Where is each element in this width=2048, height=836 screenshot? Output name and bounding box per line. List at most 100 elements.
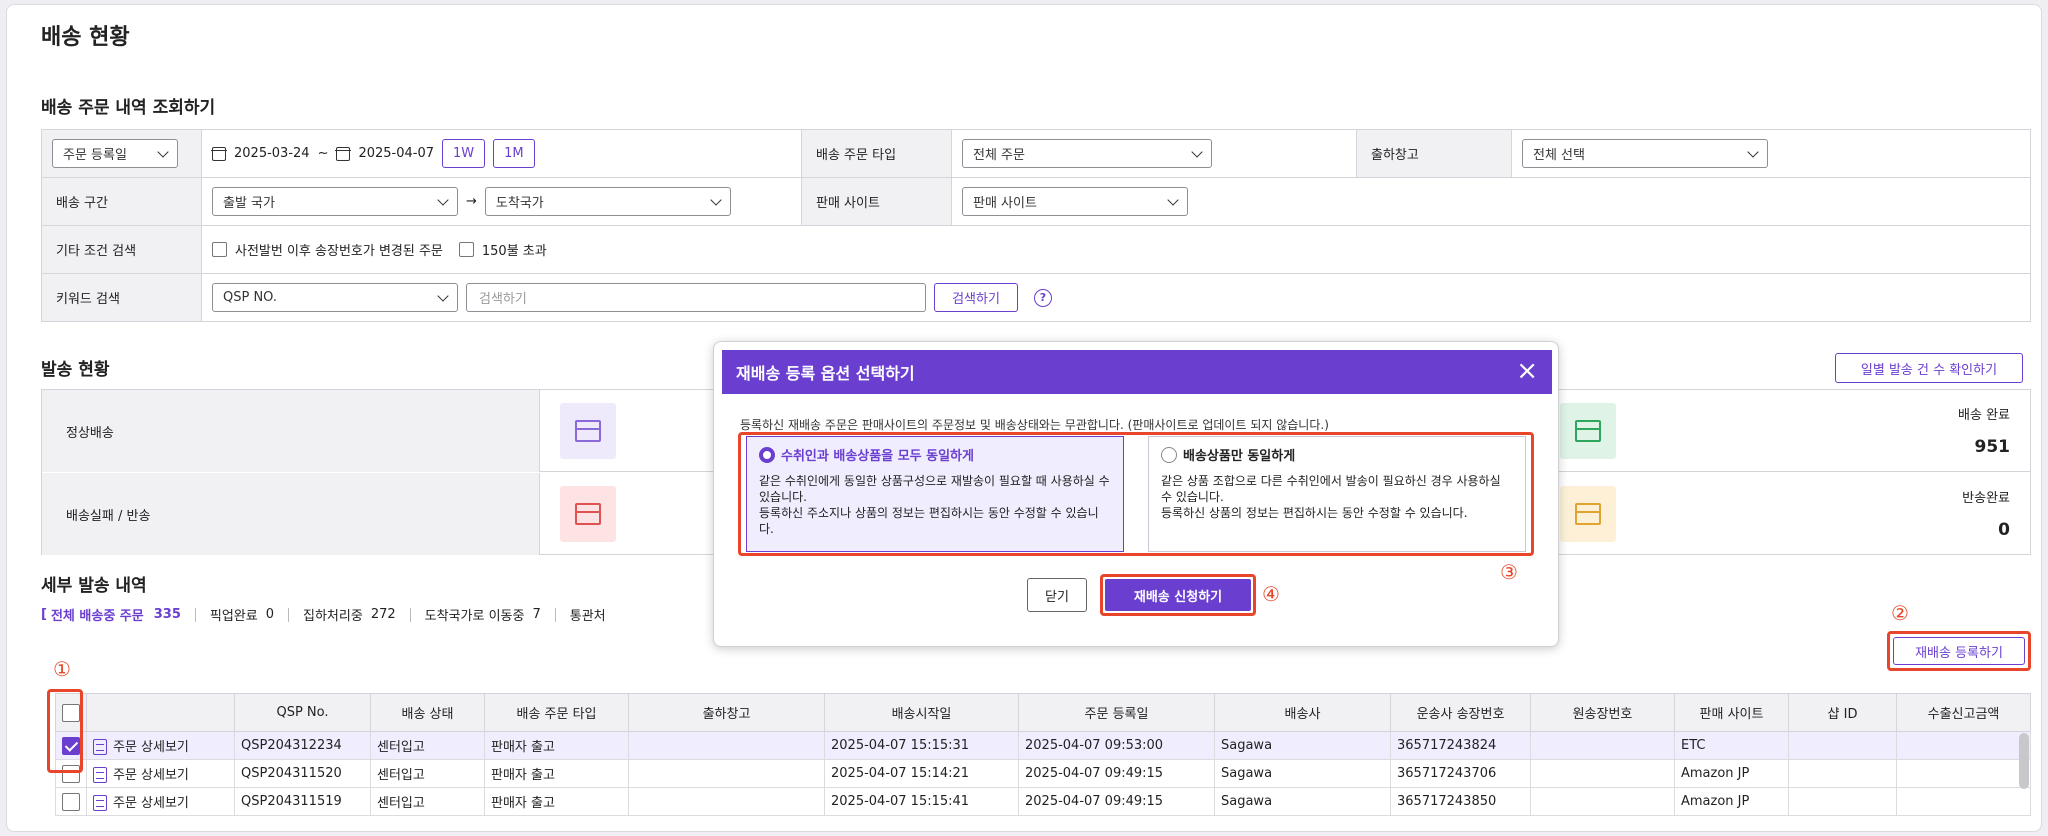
reship-register-button[interactable]: 재배송 등록하기 <box>1893 637 2025 665</box>
modal-cancel-button[interactable]: 닫기 <box>1027 578 1087 612</box>
order-type-label: 배송 주문 타입 <box>802 130 952 177</box>
close-icon[interactable]: × <box>1516 358 1538 384</box>
calendar-icon[interactable] <box>211 146 227 161</box>
date-to[interactable]: 2025-04-07 <box>358 146 434 161</box>
origin-select[interactable]: 출발 국가 <box>212 187 458 216</box>
keyword-type-select[interactable]: QSP NO. <box>212 283 458 312</box>
changed-invoice-checkbox[interactable] <box>212 242 227 257</box>
cell-warehouse <box>628 731 825 760</box>
page-title: 배송 현황 <box>41 25 130 50</box>
cell-orig-invoice <box>1530 759 1675 788</box>
tab-customs[interactable]: 통관처 <box>570 605 606 624</box>
table-row[interactable]: 주문 상세보기 QSP204311520 센터입고 판매자 출고 2025-04… <box>55 759 2031 788</box>
cell-qsp: QSP204311519 <box>234 787 371 816</box>
warehouse-label: 출하창고 <box>1357 130 1512 177</box>
search-form: 주문 등록일 2025-03-24 ~ 2025-04-07 1W 1M 배송 … <box>41 129 2031 322</box>
cell-type: 판매자 출고 <box>484 787 629 816</box>
modal-header: 재배송 등록 옵션 선택하기 × <box>722 350 1552 394</box>
annotation-3: ③ <box>1500 560 1518 584</box>
chevron-down-icon <box>1167 193 1179 206</box>
page: 배송 현황 배송 주문 내역 조회하기 주문 등록일 2025-03-24 ~ … <box>6 4 2042 832</box>
chevron-down-icon <box>437 193 449 206</box>
radio-same-product[interactable] <box>1161 447 1177 463</box>
search-button[interactable]: 검색하기 <box>934 283 1018 312</box>
document-icon <box>93 767 107 784</box>
option-same-product-desc2: 등록하신 상품의 정보는 편집하시는 동안 수정할 수 있습니다. <box>1161 506 1468 520</box>
order-detail-link[interactable]: 주문 상세보기 <box>113 768 189 783</box>
cell-state: 센터입고 <box>370 731 485 760</box>
destination-select[interactable]: 도착국가 <box>484 187 731 216</box>
1m-button[interactable]: 1M <box>493 139 535 168</box>
row-checkbox[interactable] <box>62 792 80 811</box>
reship-highlight: 재배송 등록하기 <box>1887 631 2031 671</box>
status-label-normal: 정상배송 <box>42 390 540 472</box>
tab-pickup-count: 0 <box>265 607 274 622</box>
cell-site: Amazon JP <box>1674 759 1789 788</box>
cell-start: 2025-04-07 15:15:31 <box>824 731 1019 760</box>
cell-start: 2025-04-07 15:15:41 <box>824 787 1019 816</box>
cell-start: 2025-04-07 15:14:21 <box>824 759 1019 788</box>
cell-amount <box>1896 731 2031 760</box>
over-150-checkbox[interactable] <box>458 242 474 257</box>
site-select[interactable]: 판매 사이트 <box>962 187 1188 216</box>
col-qsp: QSP No. <box>234 693 371 732</box>
table-row[interactable]: 주문 상세보기 QSP204312234 센터입고 판매자 출고 2025-04… <box>55 731 2031 760</box>
status-filter-tabs: [ 전체 배송중 주문 335 픽업완료 0 집하처리중 272 도착국가로 이… <box>41 605 606 624</box>
keyword-input[interactable]: 검색하기 <box>466 283 926 312</box>
returned-count: 0 <box>1998 520 2010 540</box>
checkbox-highlight <box>47 689 83 773</box>
date-separator: ~ <box>317 146 329 161</box>
option-same-product[interactable]: 배송상품만 동일하게 같은 상품 조합으로 다른 수취인에서 발송이 필요하신 … <box>1148 436 1526 552</box>
table-scrollbar[interactable] <box>2019 733 2029 789</box>
col-invoice: 운송사 송장번호 <box>1390 693 1531 732</box>
apply-highlight: 재배송 신청하기 <box>1100 574 1256 616</box>
tab-all[interactable]: 전체 배송중 주문 <box>51 605 144 624</box>
calendar-icon[interactable] <box>335 146 352 161</box>
warehouse-select[interactable]: 전체 선택 <box>1522 139 1768 168</box>
chevron-down-icon <box>1191 145 1203 158</box>
1w-button[interactable]: 1W <box>442 139 486 168</box>
cell-type: 판매자 출고 <box>484 731 629 760</box>
table-row[interactable]: 주문 상세보기 QSP204311519 센터입고 판매자 출고 2025-04… <box>55 787 2031 816</box>
col-carrier: 배송사 <box>1214 693 1391 732</box>
delivered-count: 951 <box>1974 437 2011 457</box>
cell-carrier: Sagawa <box>1214 787 1391 816</box>
etc-label: 기타 조건 검색 <box>42 226 202 273</box>
status-label-failed: 배송실패 / 반송 <box>42 473 540 555</box>
cell-carrier: Sagawa <box>1214 759 1391 788</box>
search-section-title: 배송 주문 내역 조회하기 <box>41 98 216 118</box>
chevron-down-icon <box>710 193 722 206</box>
help-icon[interactable]: ? <box>1034 288 1052 307</box>
radio-same-all[interactable] <box>759 447 775 463</box>
tab-pickup[interactable]: 픽업완료 <box>210 605 258 624</box>
cell-amount <box>1896 787 2031 816</box>
detail-section-title: 세부 발송 내역 <box>41 576 147 596</box>
col-state: 배송 상태 <box>370 693 485 732</box>
option-same-product-desc1: 같은 상품 조합으로 다른 수취인에서 발송이 필요하신 경우 사용하실 수 있… <box>1161 474 1501 504</box>
tab-all-count: 335 <box>153 607 181 622</box>
order-type-select[interactable]: 전체 주문 <box>962 139 1212 168</box>
tab-collect[interactable]: 집하처리중 <box>303 605 363 624</box>
shipment-table: QSP No. 배송 상태 배송 주문 타입 출하창고 배송시작일 주문 등록일… <box>55 693 2031 816</box>
col-site: 판매 사이트 <box>1674 693 1789 732</box>
modal-notice: 등록하신 재배송 주문은 판매사이트의 주문정보 및 배송상태와는 무관합니다.… <box>740 418 1329 432</box>
date-type-select[interactable]: 주문 등록일 <box>52 139 178 168</box>
tab-moving[interactable]: 도착국가로 이동중 <box>425 605 525 624</box>
cell-state: 센터입고 <box>370 759 485 788</box>
chevron-down-icon <box>157 145 169 158</box>
keyword-label: 키워드 검색 <box>42 274 202 321</box>
delivered-title: 배송 완료 <box>1958 408 2010 423</box>
option-same-all[interactable]: 수취인과 배송상품을 모두 동일하게 같은 수취인에게 동일한 상품구성으로 재… <box>746 436 1124 552</box>
daily-count-button[interactable]: 일별 발송 건 수 확인하기 <box>1835 353 2023 383</box>
modal-title: 재배송 등록 옵션 선택하기 <box>736 364 915 383</box>
order-detail-link[interactable]: 주문 상세보기 <box>113 740 189 755</box>
cell-invoice: 365717243824 <box>1390 731 1531 760</box>
tab-moving-count: 7 <box>532 607 541 622</box>
date-from[interactable]: 2025-03-24 <box>234 146 310 161</box>
failed-box-icon <box>560 486 616 542</box>
col-shop: 샵 ID <box>1788 693 1897 732</box>
order-detail-link[interactable]: 주문 상세보기 <box>113 796 189 811</box>
cell-carrier: Sagawa <box>1214 731 1391 760</box>
reship-apply-button[interactable]: 재배송 신청하기 <box>1105 579 1251 611</box>
cell-invoice: 365717243706 <box>1390 759 1531 788</box>
